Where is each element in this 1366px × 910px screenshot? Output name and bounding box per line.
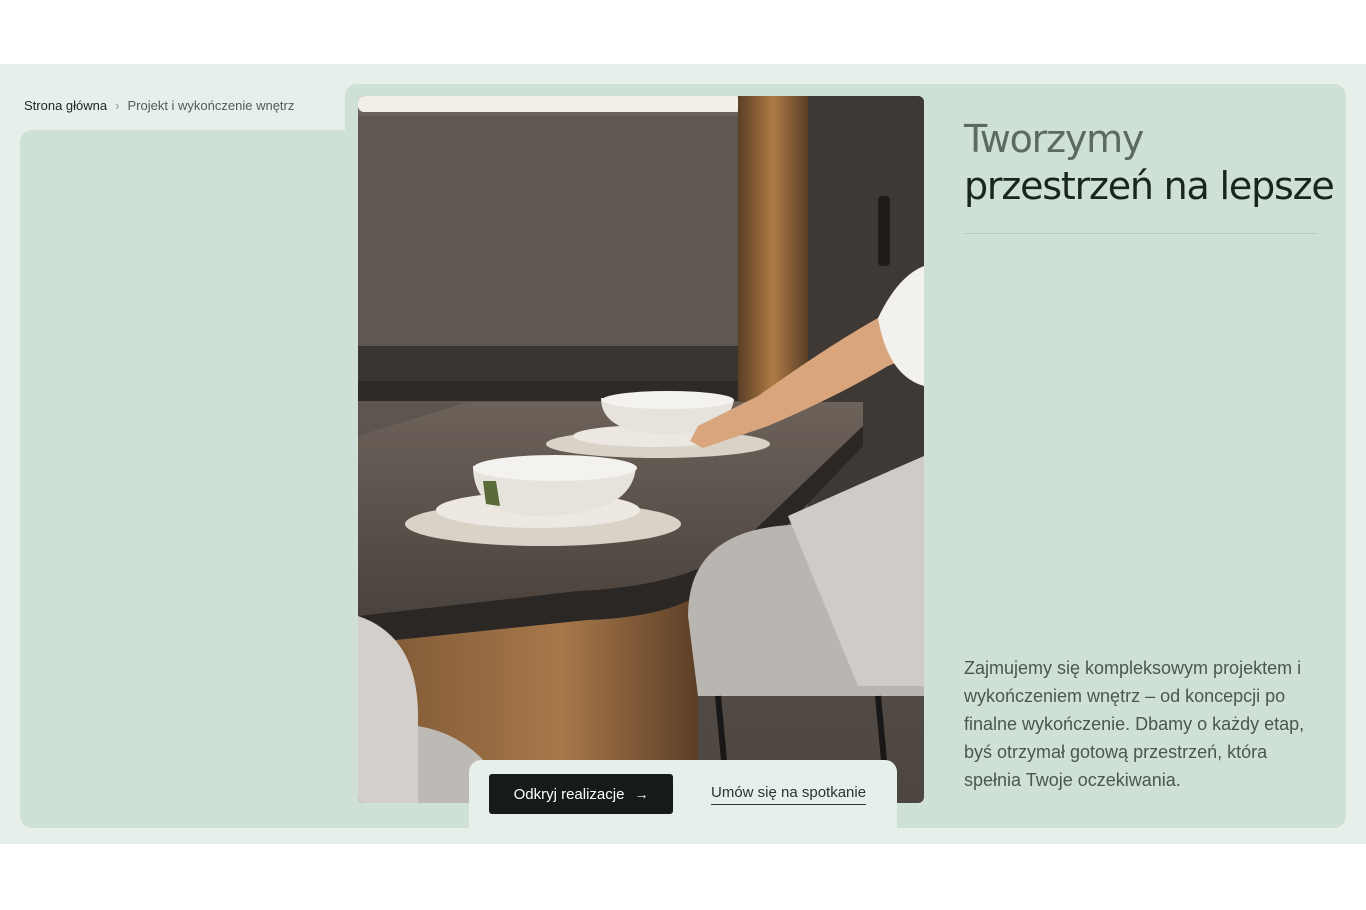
book-meeting-link[interactable]: Umów się na spotkanie xyxy=(711,784,867,805)
breadcrumb-tab xyxy=(0,64,345,130)
discover-projects-button[interactable]: Odkryj realizacje → xyxy=(489,774,673,814)
cta-bar-base xyxy=(469,812,897,844)
chevron-right-icon: › xyxy=(115,98,120,113)
title-line-1: Tworzymy xyxy=(964,117,1144,161)
page-title: Tworzymy przestrzeń na lepsze xyxy=(964,116,1335,210)
discover-projects-label: Odkryj realizacje xyxy=(513,785,625,803)
title-line-2: przestrzeń na lepsze xyxy=(964,164,1335,208)
arrow-right-icon: → xyxy=(634,786,649,802)
breadcrumb-home-link[interactable]: Strona główna xyxy=(24,98,107,114)
hero-description: Zajmujemy się kompleksowym projektem i w… xyxy=(964,658,1305,790)
title-divider xyxy=(964,233,1318,234)
hero-image xyxy=(358,96,924,803)
breadcrumb: Strona główna › Projekt i wykończenie wn… xyxy=(24,98,294,114)
breadcrumb-current: Projekt i wykończenie wnętrz xyxy=(127,98,295,113)
